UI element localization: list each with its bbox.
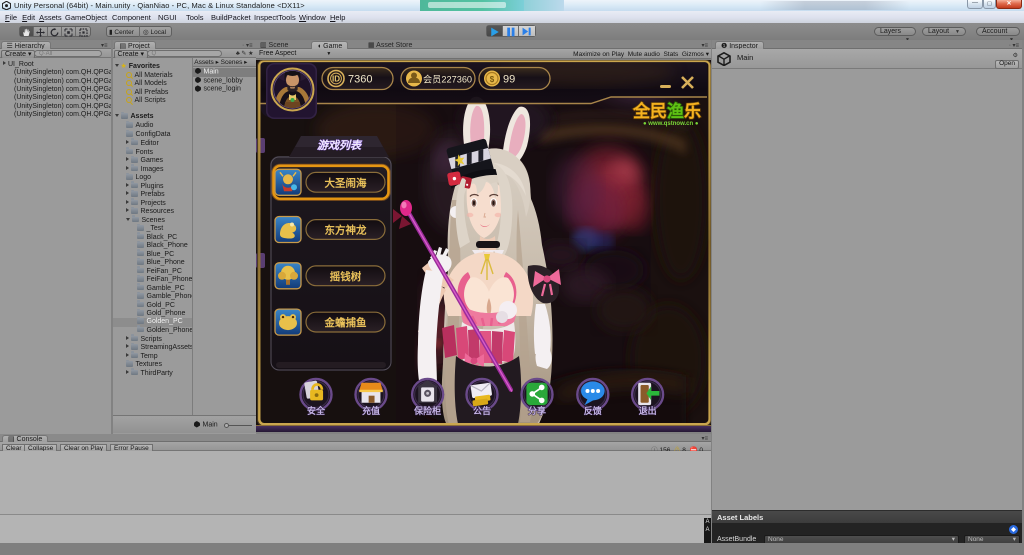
svg-text:渔: 渔 — [667, 101, 684, 121]
svg-text:金蟾捕鱼: 金蟾捕鱼 — [324, 316, 367, 329]
svg-text:充值: 充值 — [362, 405, 380, 416]
svg-text:安全: 安全 — [307, 405, 326, 416]
svg-text:公告: 公告 — [473, 405, 491, 416]
svg-text:游戏列表: 游戏列表 — [317, 139, 363, 152]
svg-text:全民: 全民 — [632, 100, 667, 120]
svg-text:ID: ID — [332, 74, 340, 83]
svg-text:乐: 乐 — [684, 101, 701, 120]
svg-text:退出: 退出 — [639, 405, 657, 416]
svg-text:● www.qstnow.cn ●: ● www.qstnow.cn ● — [643, 121, 699, 127]
svg-text:摇钱树: 摇钱树 — [330, 269, 362, 282]
svg-text:99: 99 — [503, 73, 515, 85]
svg-text:保险柜: 保险柜 — [413, 405, 441, 416]
svg-text:反馈: 反馈 — [584, 405, 602, 416]
svg-text:大圣闹海: 大圣闹海 — [325, 176, 367, 189]
svg-text:会员227360: 会员227360 — [423, 73, 472, 84]
svg-text:分享: 分享 — [528, 405, 546, 416]
svg-text:$: $ — [490, 75, 495, 84]
svg-text:7360: 7360 — [348, 73, 372, 85]
svg-text:东方神龙: 东方神龙 — [325, 223, 367, 236]
